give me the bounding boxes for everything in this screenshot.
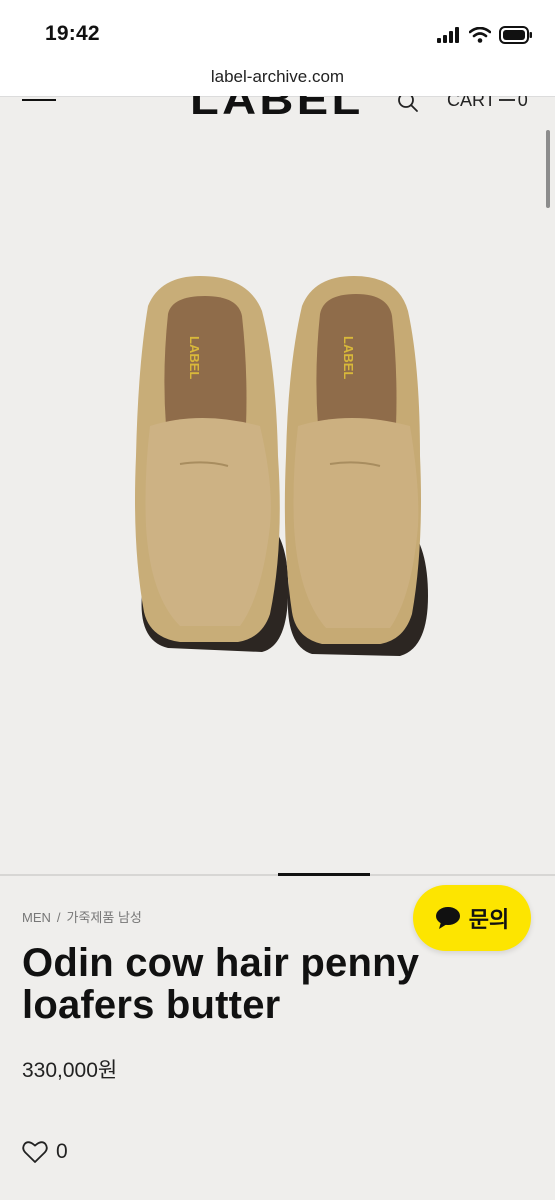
menu-icon[interactable] [22,96,56,106]
product-title: Odin cow hair penny loafers butter [22,941,420,1027]
page-scrollbar[interactable] [546,130,550,208]
breadcrumb-category[interactable]: 가죽제품 남성 [67,910,142,925]
left-loafer: LABEL [135,276,289,652]
site-header: LABEL CART 0 [0,96,555,126]
chat-bubble-icon [435,907,460,929]
product-image[interactable]: LABEL LABEL [0,126,555,873]
breadcrumb: MEN / 가죽제품 남성 [22,910,142,925]
inquiry-label: 문의 [468,907,510,932]
site-logo[interactable]: LABEL [190,96,364,121]
wishlist-button[interactable]: 0 [22,1140,68,1164]
right-shoe-logo: LABEL [341,336,356,379]
battery-icon [499,26,532,44]
wishlist-count: 0 [56,1140,68,1163]
cart-label: CART [447,96,496,110]
wifi-icon [469,27,491,43]
url-text: label-archive.com [210,67,345,86]
cart-count: 0 [517,96,528,110]
search-icon[interactable] [396,96,420,114]
inquiry-button[interactable]: 문의 [413,885,531,951]
breadcrumb-men[interactable]: MEN [22,910,51,925]
loafers-illustration: LABEL LABEL [135,276,428,656]
image-slider-indicator[interactable] [278,873,370,876]
cart-link[interactable]: CART 0 [447,96,528,111]
status-bar: 19:42 [0,0,555,62]
browser-url-bar[interactable]: label-archive.com [0,62,555,97]
product-price: 330,000원 [22,1059,118,1082]
signal-icon [437,27,459,43]
status-time: 19:42 [45,22,100,45]
right-loafer: LABEL [284,276,428,656]
status-icons [437,24,533,46]
heart-icon [22,1141,48,1163]
left-shoe-logo: LABEL [187,336,202,379]
